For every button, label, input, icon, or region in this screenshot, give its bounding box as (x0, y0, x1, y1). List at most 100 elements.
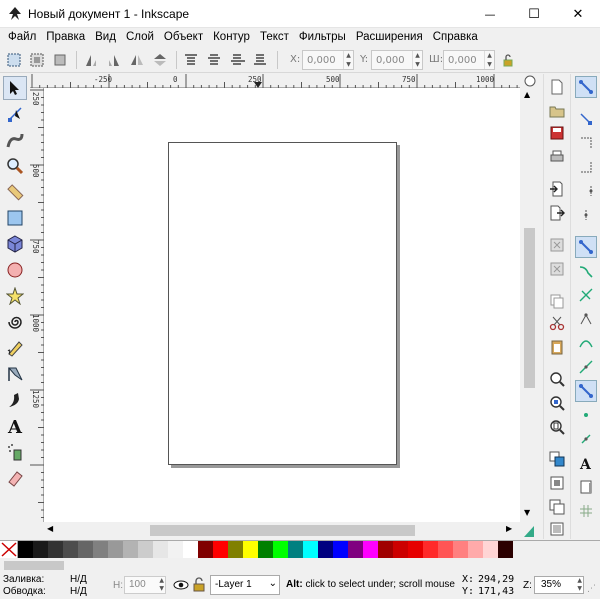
lock-proportions-button[interactable] (498, 50, 518, 70)
save-button[interactable] (546, 122, 568, 144)
import-button[interactable] (546, 178, 568, 200)
text-tool[interactable]: A (3, 414, 27, 438)
color-swatch[interactable] (363, 541, 378, 558)
horizontal-scrollbar[interactable]: ◀ ▶ (30, 522, 520, 538)
color-swatch[interactable] (213, 541, 228, 558)
print-button[interactable] (546, 146, 568, 168)
color-swatch[interactable] (168, 541, 183, 558)
3d-box-tool[interactable] (3, 232, 27, 256)
palette-scrollbar[interactable] (0, 559, 600, 572)
stroke-value[interactable]: Н/Д (70, 586, 87, 597)
color-swatch[interactable] (483, 541, 498, 558)
redo-button[interactable] (546, 258, 568, 280)
group-button[interactable] (546, 496, 568, 518)
minimize-button[interactable]: — (468, 0, 512, 28)
raise-button[interactable] (204, 50, 224, 70)
menu-extensions[interactable]: Расширения (351, 31, 428, 43)
lower-to-bottom-button[interactable] (250, 50, 270, 70)
color-swatch[interactable] (348, 541, 363, 558)
opacity-field[interactable]: 100 ▲ ▼ (124, 576, 166, 594)
undo-button[interactable] (546, 234, 568, 256)
menu-edit[interactable]: Правка (41, 31, 90, 43)
zoom-spin-arrows[interactable]: ▲ ▼ (577, 577, 582, 593)
spin-arrows[interactable]: ▲ ▼ (484, 51, 494, 69)
maximize-button[interactable]: ☐ (512, 0, 556, 28)
eraser-tool[interactable] (3, 466, 27, 490)
rectangle-tool[interactable] (3, 206, 27, 230)
no-paint-swatch[interactable] (0, 541, 18, 558)
horizontal-ruler[interactable]: -250 0 250 500 750 1000 (30, 74, 520, 88)
zoom-field[interactable]: 35% ▲ ▼ (534, 576, 584, 594)
menu-filters[interactable]: Фильтры (294, 31, 351, 43)
ellipse-tool[interactable] (3, 258, 27, 282)
color-swatch[interactable] (138, 541, 153, 558)
lower-button[interactable] (227, 50, 247, 70)
calligraphy-tool[interactable] (3, 388, 27, 412)
color-swatch[interactable] (393, 541, 408, 558)
color-swatch[interactable] (318, 541, 333, 558)
new-document-button[interactable] (546, 76, 568, 98)
zoom-drawing-button[interactable] (546, 392, 568, 414)
color-swatch[interactable] (108, 541, 123, 558)
opacity-spin-arrows[interactable]: ▲ ▼ (159, 577, 164, 593)
snap-others-button[interactable] (575, 380, 597, 402)
scroll-down-icon[interactable]: ▼ (524, 508, 530, 517)
scroll-right-icon[interactable]: ▶ (506, 524, 512, 533)
snap-toggle-button[interactable] (575, 76, 597, 98)
measure-tool[interactable] (3, 180, 27, 204)
open-button[interactable] (546, 100, 568, 122)
select-all-button[interactable] (4, 50, 24, 70)
color-swatch[interactable] (78, 541, 93, 558)
clone-button[interactable] (546, 472, 568, 494)
color-swatch[interactable] (123, 541, 138, 558)
y-field[interactable]: 0,000 ▲ ▼ (371, 50, 423, 70)
horizontal-scroll-thumb[interactable] (150, 525, 415, 536)
pencil-tool[interactable] (3, 336, 27, 360)
pen-tool[interactable] (3, 362, 27, 386)
vertical-scroll-thumb[interactable] (524, 228, 535, 388)
spin-arrows[interactable]: ▲ ▼ (343, 51, 353, 69)
close-button[interactable]: ✕ (556, 0, 600, 28)
duplicate-button[interactable] (546, 448, 568, 470)
export-button[interactable] (546, 202, 568, 224)
snap-midpoints-button[interactable] (575, 356, 597, 378)
snap-bbox-button[interactable] (575, 108, 597, 130)
scroll-left-icon[interactable]: ◀ (47, 524, 53, 533)
snap-smooth-nodes-button[interactable] (575, 332, 597, 354)
select-all-layers-button[interactable] (27, 50, 47, 70)
color-swatch[interactable] (18, 541, 33, 558)
snap-object-center-button[interactable] (575, 404, 597, 426)
color-swatch[interactable] (423, 541, 438, 558)
zoom-fit-corner-button[interactable] (521, 74, 538, 88)
snap-bbox-center-button[interactable] (575, 204, 597, 226)
deselect-button[interactable] (50, 50, 70, 70)
color-swatch[interactable] (48, 541, 63, 558)
flip-vertical-button[interactable] (150, 50, 170, 70)
color-swatch[interactable] (438, 541, 453, 558)
color-swatch[interactable] (33, 541, 48, 558)
color-swatch[interactable] (228, 541, 243, 558)
snap-nodes-button[interactable] (575, 236, 597, 258)
layer-lock-icon[interactable] (193, 577, 205, 592)
raise-to-top-button[interactable] (181, 50, 201, 70)
snap-bbox-corner-button[interactable] (575, 156, 597, 178)
palette-scroll-thumb[interactable] (4, 561, 64, 570)
color-swatch[interactable] (468, 541, 483, 558)
snap-bbox-edge-button[interactable] (575, 132, 597, 154)
x-field[interactable]: 0,000 ▲ ▼ (302, 50, 354, 70)
scroll-up-icon[interactable]: ▲ (524, 90, 530, 99)
color-swatch[interactable] (183, 541, 198, 558)
color-swatch[interactable] (453, 541, 468, 558)
color-swatch[interactable] (408, 541, 423, 558)
ungroup-button[interactable] (546, 518, 568, 540)
color-swatch[interactable] (243, 541, 258, 558)
spin-arrows[interactable]: ▲ ▼ (412, 51, 422, 69)
color-swatch[interactable] (63, 541, 78, 558)
snap-text-baseline-button[interactable]: A (575, 452, 597, 474)
cut-button[interactable] (546, 312, 568, 334)
menu-view[interactable]: Вид (90, 31, 121, 43)
node-tool[interactable] (3, 102, 27, 126)
color-swatch[interactable] (273, 541, 288, 558)
color-swatch[interactable] (93, 541, 108, 558)
zoom-selection-button[interactable] (546, 368, 568, 390)
